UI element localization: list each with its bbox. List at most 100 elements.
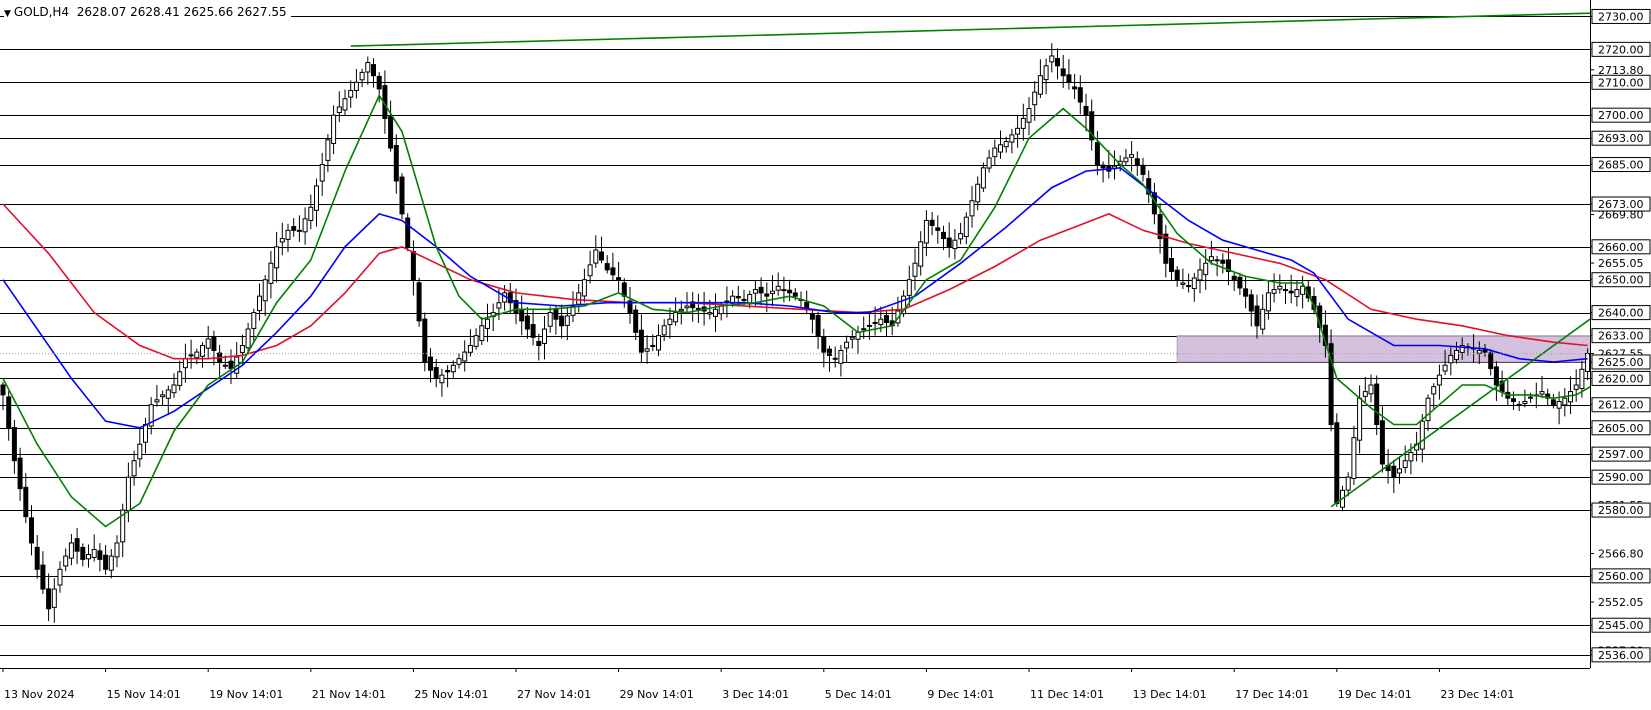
candle[interactable] [844,341,850,349]
candle[interactable] [393,144,399,182]
candle[interactable] [684,305,690,309]
candle[interactable] [1049,55,1055,63]
candle[interactable] [257,295,262,312]
candle[interactable] [1037,75,1043,95]
candle[interactable] [1214,259,1220,262]
candle[interactable] [86,553,91,560]
candle[interactable] [1488,352,1494,370]
candle[interactable] [1585,353,1591,373]
candle[interactable] [587,264,593,277]
candle[interactable] [319,164,325,182]
candle[interactable] [1397,468,1402,474]
candle[interactable] [1368,384,1374,395]
candle[interactable] [222,364,228,367]
candle[interactable] [125,476,131,511]
candle[interactable] [1032,91,1038,106]
candle[interactable] [325,139,331,161]
candle[interactable] [975,183,981,203]
candle[interactable] [832,357,838,360]
candle[interactable] [359,71,365,81]
candle[interactable] [1579,368,1585,389]
candle[interactable] [821,336,827,353]
candle[interactable] [433,366,439,379]
candle[interactable] [1134,158,1140,166]
candle[interactable] [1351,437,1357,480]
candle[interactable] [1550,399,1556,406]
candle[interactable] [1556,400,1562,409]
candle[interactable] [285,229,291,240]
candle[interactable] [1277,285,1283,290]
candle[interactable] [296,229,302,232]
candle[interactable] [923,219,929,244]
candle[interactable] [650,345,656,348]
candle[interactable] [46,588,52,610]
candle[interactable] [707,312,713,315]
candle[interactable] [274,246,280,269]
candle[interactable] [1271,289,1277,294]
candle[interactable] [633,309,639,333]
candle[interactable] [918,241,924,267]
candle[interactable] [74,538,80,552]
candle[interactable] [1203,262,1209,276]
candle[interactable] [1077,87,1083,103]
candle[interactable] [878,318,884,326]
candle[interactable] [1345,476,1351,491]
candle[interactable] [399,176,405,215]
candle[interactable] [1072,86,1078,90]
candle[interactable] [97,550,103,560]
candle[interactable] [131,460,137,477]
candle[interactable] [536,340,542,347]
candle[interactable] [667,318,673,326]
candle[interactable] [302,218,308,233]
candle[interactable] [1026,108,1032,123]
candle[interactable] [872,321,878,324]
candle[interactable] [1528,396,1534,399]
candle[interactable] [1334,422,1340,504]
candle[interactable] [1180,282,1186,285]
candle[interactable] [576,292,582,305]
candle[interactable] [1191,277,1197,290]
candle[interactable] [353,81,359,91]
candle[interactable] [969,200,975,217]
candle[interactable] [1094,142,1100,166]
candle[interactable] [211,336,217,351]
candle[interactable] [103,554,109,570]
candle[interactable] [866,324,872,327]
candle[interactable] [262,279,268,302]
candle[interactable] [1163,233,1169,264]
candle[interactable] [68,542,74,559]
candle[interactable] [336,106,342,113]
candle[interactable] [1442,364,1448,372]
candle[interactable] [137,443,143,460]
candle[interactable] [849,336,855,340]
candle[interactable] [530,324,536,338]
candle[interactable] [758,286,764,294]
candle[interactable] [524,315,530,330]
candle[interactable] [827,348,832,356]
candle[interactable] [1237,276,1243,289]
candle[interactable] [154,399,160,403]
candle[interactable] [194,351,200,359]
candle[interactable] [200,345,205,357]
candle[interactable] [17,457,23,490]
candle[interactable] [941,231,946,240]
candle[interactable] [1454,349,1459,360]
candle[interactable] [80,546,86,560]
candle[interactable] [1408,451,1414,462]
candle[interactable] [410,251,416,281]
price-chart[interactable]: ▼ GOLD,H4 2628.07 2628.41 2625.66 2627.55… [0,0,1651,706]
candle[interactable] [1260,308,1266,330]
candle[interactable] [980,167,986,189]
candle[interactable] [929,219,935,226]
candle[interactable] [23,486,29,518]
candle[interactable] [1436,374,1442,386]
candle[interactable] [998,144,1003,153]
candle[interactable] [473,335,479,347]
candle[interactable] [741,298,747,301]
candle[interactable] [1009,134,1015,143]
candle[interactable] [1476,349,1482,354]
candle[interactable] [610,267,616,276]
candle[interactable] [1511,398,1516,402]
candle[interactable] [752,289,758,294]
candle[interactable] [1140,164,1146,175]
